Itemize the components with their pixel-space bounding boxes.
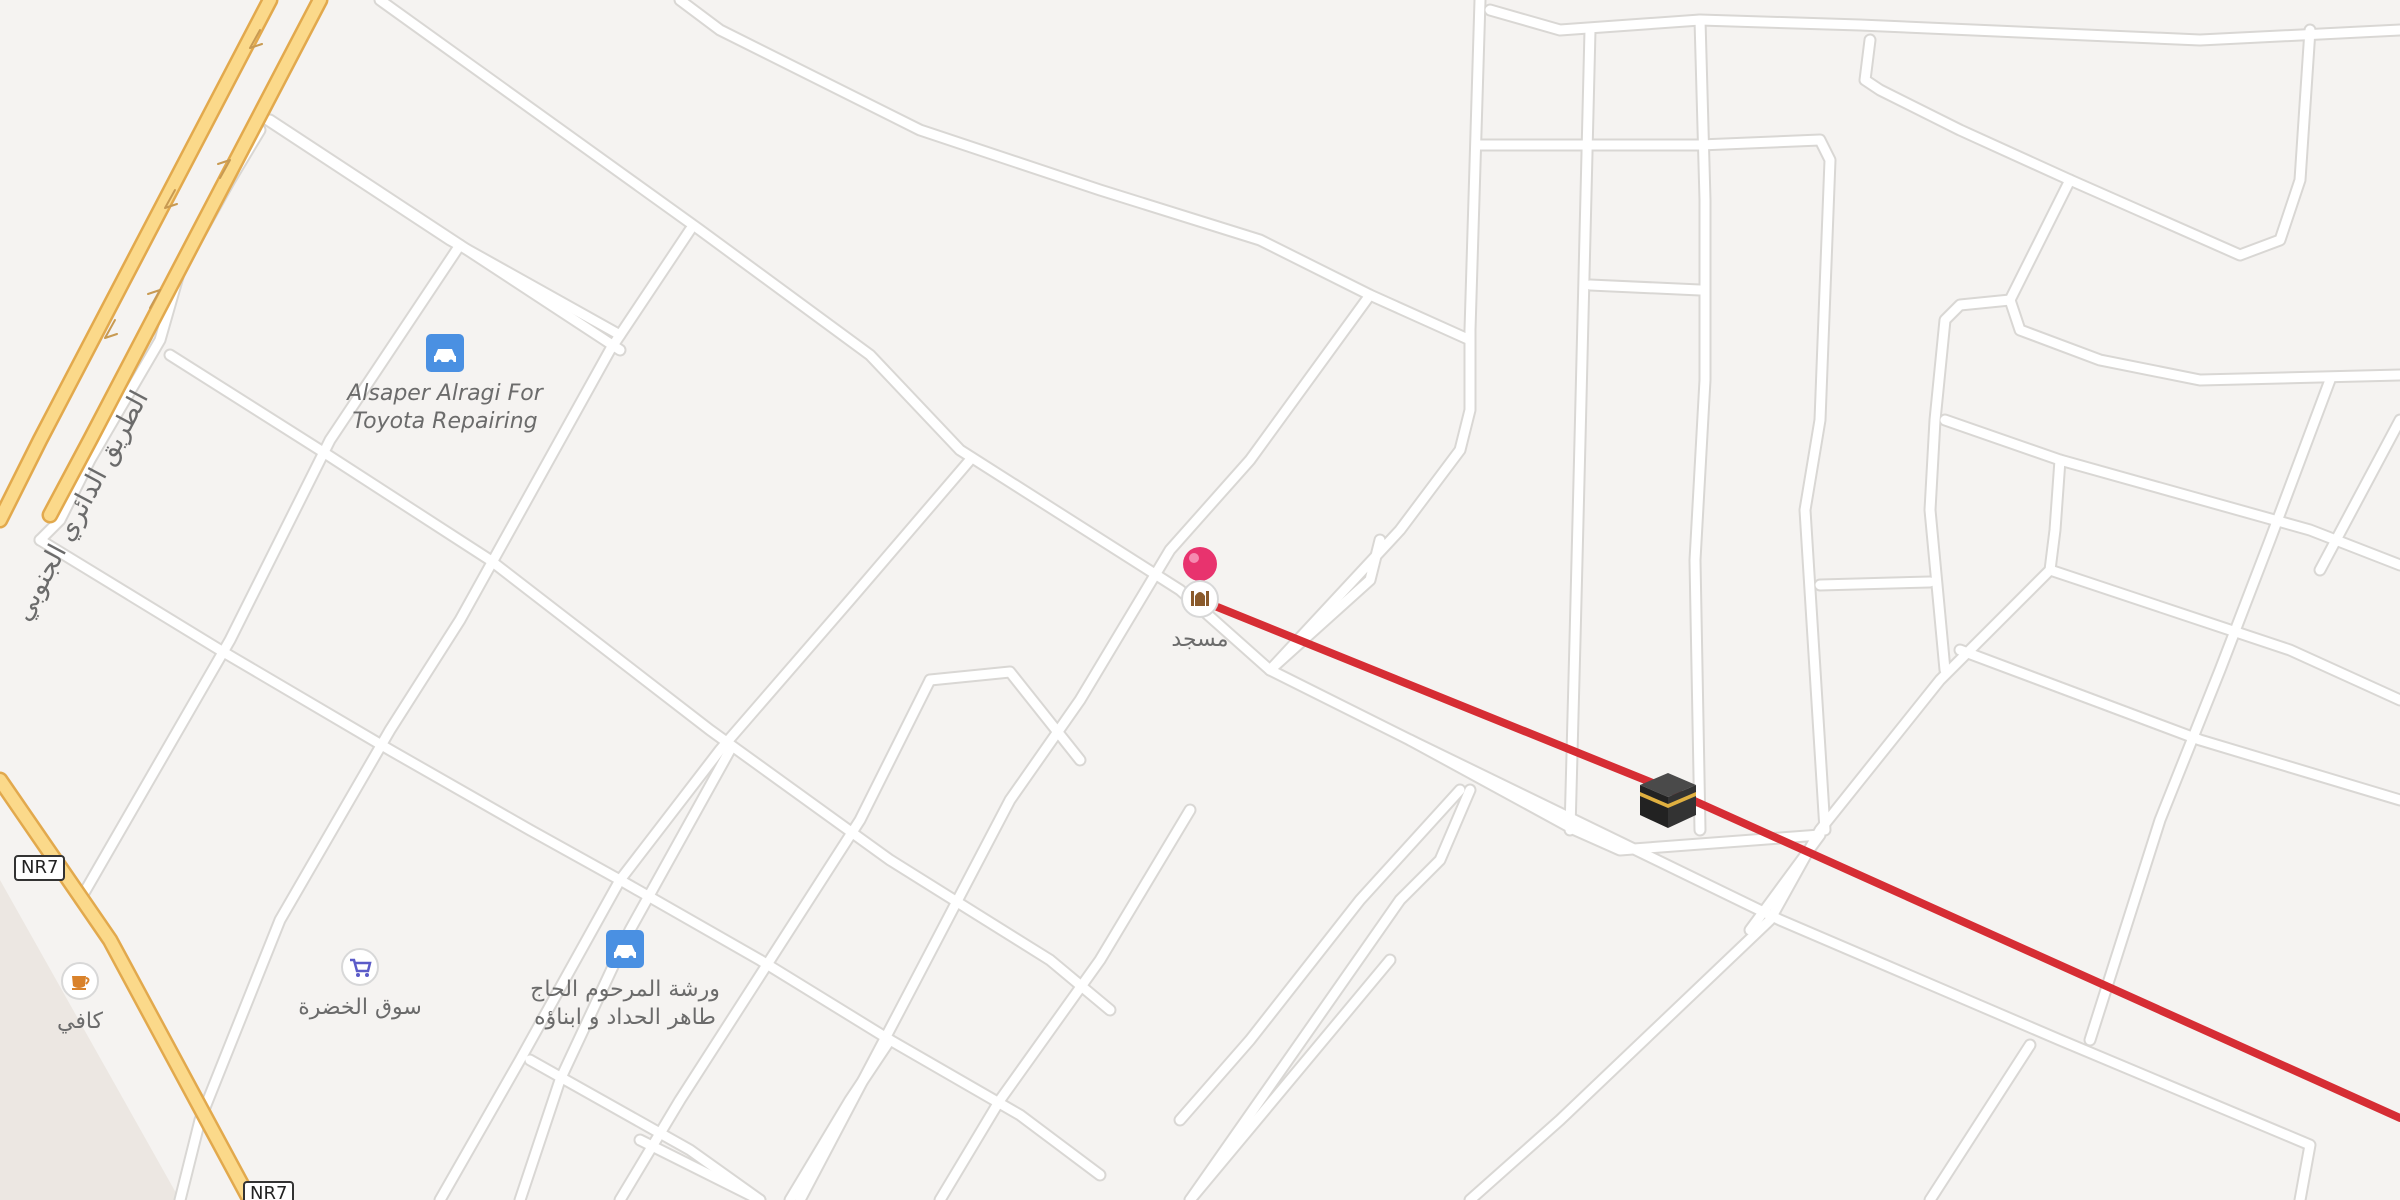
mosque-icon [1181,580,1219,618]
car-icon [606,930,644,968]
poi-label-line1: Alsaper Alragi For [347,381,543,406]
route-shield-nr7-south: NR7 [243,1181,295,1200]
coffee-cup-icon [61,962,99,1000]
poi-label: مسجد [1171,627,1229,652]
poi-label: سوق الخضرة [298,995,422,1020]
poi-toyota-repair[interactable]: Alsaper Alragi For Toyota Repairing [340,334,550,436]
poi-market[interactable]: سوق الخضرة [290,948,430,1022]
poi-workshop[interactable]: ورشة المرحوم الحاج طاهر الحداد و ابناؤه [510,930,740,1032]
poi-label-line2: Toyota Repairing [352,409,538,434]
poi-mosque[interactable]: مسجد [1160,580,1240,654]
route-shield-nr7: NR7 [14,855,66,881]
shopping-cart-icon [341,948,379,986]
car-icon [426,334,464,372]
poi-cafe[interactable]: كافي [45,962,115,1036]
map-canvas[interactable]: الطريق الدائري الجنوبي NR7 NR7 Alsaper A… [0,0,2400,1200]
poi-label-line2: طاهر الحداد و ابناؤه [534,1005,716,1030]
poi-label-line1: ورشة المرحوم الحاج [530,977,720,1002]
poi-label: كافي [56,1009,104,1034]
